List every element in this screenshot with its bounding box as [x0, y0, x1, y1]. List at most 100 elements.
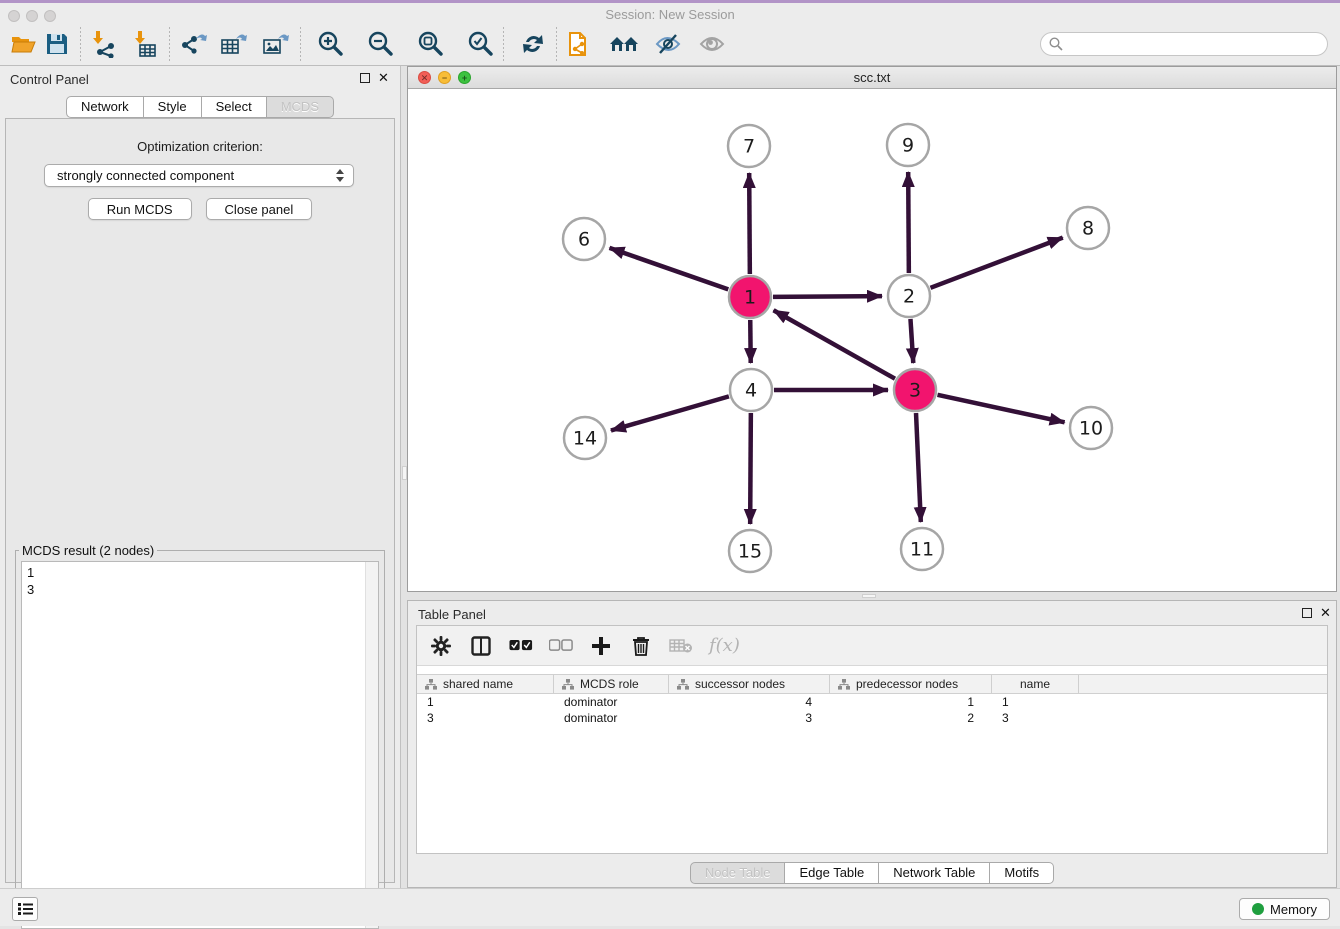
- tab-motifs[interactable]: Motifs: [990, 862, 1054, 884]
- network-graph[interactable]: 7968124314101511: [408, 89, 1336, 591]
- zoom-fit-icon[interactable]: [413, 27, 447, 61]
- save-session-icon[interactable]: [40, 27, 74, 61]
- export-table-icon[interactable]: [218, 27, 252, 61]
- close-panel-icon[interactable]: ✕: [1320, 605, 1331, 621]
- table-cell[interactable]: 3: [992, 710, 1079, 726]
- tab-select[interactable]: Select: [202, 96, 267, 118]
- run-mcds-button[interactable]: Run MCDS: [88, 198, 192, 220]
- column-header-label: MCDS role: [580, 677, 639, 691]
- splitter-grip[interactable]: [862, 594, 876, 598]
- column-header-label: name: [1020, 677, 1050, 691]
- control-panel: Control Panel ✕ NetworkStyleSelectMCDS O…: [0, 66, 400, 888]
- column-header-predecessor-nodes[interactable]: predecessor nodes: [830, 675, 992, 693]
- table-settings-gear-icon[interactable]: [429, 634, 453, 658]
- import-network-icon[interactable]: [87, 27, 121, 61]
- tab-edge-table[interactable]: Edge Table: [785, 862, 879, 884]
- deselect-all-icon[interactable]: [549, 634, 573, 658]
- zoom-out-icon[interactable]: [363, 27, 397, 61]
- table-cell[interactable]: 1: [992, 694, 1079, 710]
- first-neighbors-icon[interactable]: [607, 27, 641, 61]
- criterion-dropdown[interactable]: strongly connected component: [44, 164, 354, 187]
- tree-icon: [677, 679, 689, 690]
- close-panel-button[interactable]: Close panel: [206, 198, 313, 220]
- edge-2-9[interactable]: [908, 172, 909, 273]
- table-cell[interactable]: dominator: [554, 710, 669, 726]
- column-header-shared-name[interactable]: shared name: [417, 675, 554, 693]
- main-titlebar: Session: New Session: [0, 0, 1340, 22]
- hide-selected-icon[interactable]: [651, 27, 685, 61]
- status-bar: Memory: [0, 888, 1340, 926]
- node-label-11: 11: [910, 539, 934, 561]
- column-header-MCDS-role[interactable]: MCDS role: [554, 675, 669, 693]
- tab-network[interactable]: Network: [66, 96, 144, 118]
- tab-mcds[interactable]: MCDS: [267, 96, 334, 118]
- table-row[interactable]: 1dominator411: [417, 694, 1327, 710]
- node-label-9: 9: [902, 135, 914, 157]
- edge-3-11[interactable]: [916, 413, 921, 522]
- close-panel-icon[interactable]: ✕: [378, 70, 389, 86]
- function-builder-icon[interactable]: f(x): [709, 635, 740, 656]
- network-window-titlebar[interactable]: ✕ − + scc.txt: [408, 67, 1336, 89]
- table-cell[interactable]: 1: [417, 694, 554, 710]
- delete-column-trash-icon[interactable]: [629, 634, 653, 658]
- node-label-2: 2: [903, 286, 915, 308]
- table-cell[interactable]: dominator: [554, 694, 669, 710]
- float-panel-icon[interactable]: [360, 73, 370, 83]
- control-panel-tabs: NetworkStyleSelectMCDS: [0, 96, 400, 118]
- network-canvas[interactable]: 7968124314101511: [408, 89, 1336, 591]
- open-session-icon[interactable]: [6, 27, 40, 61]
- criterion-dropdown-value: strongly connected component: [57, 168, 336, 183]
- result-scrollbar[interactable]: [365, 562, 378, 928]
- edge-1-2[interactable]: [773, 296, 882, 297]
- memory-button[interactable]: Memory: [1239, 898, 1330, 920]
- tab-network-table[interactable]: Network Table: [879, 862, 990, 884]
- float-panel-icon[interactable]: [1302, 608, 1312, 618]
- table-panel-header: Table Panel ✕: [408, 601, 1336, 627]
- mcds-result-text[interactable]: 1 3: [21, 561, 379, 929]
- toolbar-separator: [300, 27, 301, 61]
- import-table-icon[interactable]: [129, 27, 163, 61]
- table-cell[interactable]: 2: [830, 710, 992, 726]
- show-all-icon[interactable]: [695, 27, 729, 61]
- column-header-name[interactable]: name: [992, 675, 1079, 693]
- edge-3-1[interactable]: [774, 310, 895, 378]
- edge-3-10[interactable]: [937, 395, 1064, 422]
- node-label-7: 7: [743, 136, 755, 158]
- optimization-criterion-label: Optimization criterion:: [6, 139, 394, 154]
- toolbar-separator: [556, 27, 557, 61]
- table-cell[interactable]: 4: [669, 694, 830, 710]
- new-network-from-selection-icon[interactable]: [563, 27, 597, 61]
- edge-2-8[interactable]: [931, 238, 1063, 288]
- panel-splitter[interactable]: [400, 66, 407, 888]
- edge-4-15[interactable]: [750, 413, 751, 524]
- tab-style[interactable]: Style: [144, 96, 202, 118]
- edge-1-7[interactable]: [749, 173, 750, 274]
- export-network-icon[interactable]: [176, 27, 210, 61]
- table-cell[interactable]: 3: [669, 710, 830, 726]
- refresh-icon[interactable]: [516, 27, 550, 61]
- zoom-selected-icon[interactable]: [463, 27, 497, 61]
- table-toolbar: f(x): [417, 626, 1327, 666]
- horizontal-splitter[interactable]: [407, 592, 1340, 600]
- table-cell[interactable]: 1: [830, 694, 992, 710]
- column-header-successor-nodes[interactable]: successor nodes: [669, 675, 830, 693]
- toolbar-separator: [80, 27, 81, 61]
- task-history-button[interactable]: [12, 897, 38, 921]
- show-column-panel-icon[interactable]: [469, 634, 493, 658]
- table-row[interactable]: 3dominator323: [417, 710, 1327, 726]
- select-all-icon[interactable]: [509, 634, 533, 658]
- table-cell[interactable]: 3: [417, 710, 554, 726]
- add-column-icon[interactable]: [589, 634, 613, 658]
- edge-4-14[interactable]: [611, 396, 729, 430]
- node-label-1: 1: [744, 287, 756, 309]
- search-input[interactable]: [1040, 32, 1328, 56]
- zoom-in-icon[interactable]: [313, 27, 347, 61]
- edge-2-3[interactable]: [910, 319, 913, 363]
- tab-node-table[interactable]: Node Table: [690, 862, 786, 884]
- export-image-icon[interactable]: [260, 27, 294, 61]
- delete-table-icon[interactable]: [669, 634, 693, 658]
- memory-status-icon: [1252, 903, 1264, 915]
- node-table-container: f(x) shared name MCDS role successor nodes…: [416, 625, 1328, 854]
- node-label-15: 15: [738, 541, 762, 563]
- edge-1-6[interactable]: [609, 248, 728, 290]
